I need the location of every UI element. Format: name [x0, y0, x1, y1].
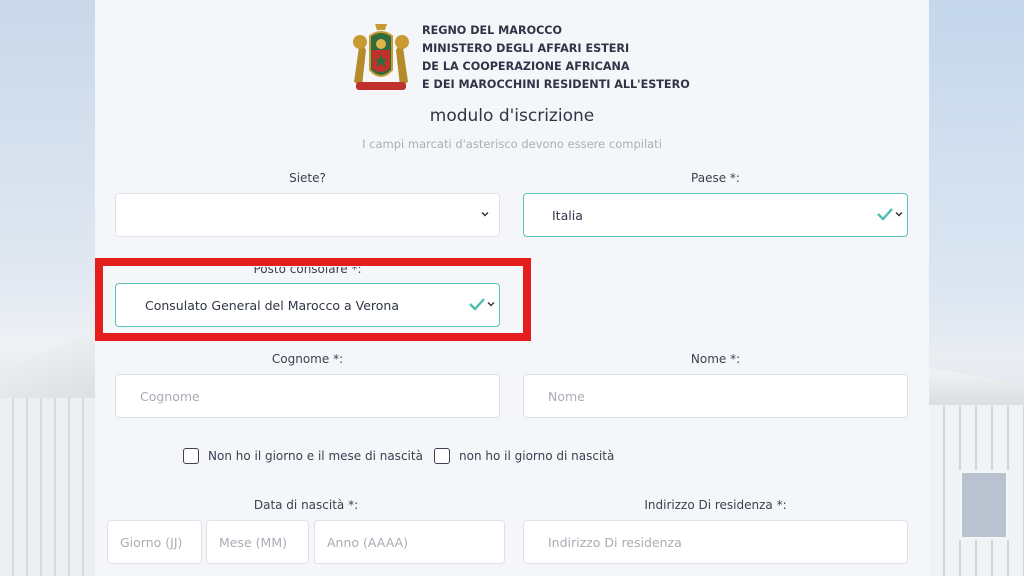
checkbox-label: non ho il giorno di nascità [459, 449, 615, 463]
highlight-box [95, 258, 531, 341]
ministry-line: DE LA COOPERAZIONE AFRICANA [422, 60, 630, 73]
checkbox-no-day[interactable]: non ho il giorno di nascità [434, 448, 614, 464]
mese-placeholder: Mese (MM) [219, 534, 287, 550]
paese-label: Paese *: [691, 171, 740, 185]
ministry-header: REGNO DEL MAROCCO MINISTERO DEGLI AFFARI… [348, 20, 690, 92]
background-building-left [0, 0, 95, 576]
paese-value: Italia [552, 207, 583, 223]
chevron-down-icon [481, 212, 489, 217]
indirizzo-placeholder: Indirizzo Di residenza [548, 534, 682, 550]
ministry-line: REGNO DEL MAROCCO [422, 24, 563, 37]
cognome-placeholder: Cognome [140, 388, 200, 404]
background-window [959, 470, 1009, 540]
nome-label: Nome *: [690, 352, 741, 366]
checkbox-no-day-month[interactable]: Non ho il giorno e il mese di nascità [183, 448, 423, 464]
chevron-down-icon [895, 212, 903, 217]
ministry-name: REGNO DEL MAROCCO MINISTERO DEGLI AFFARI… [422, 22, 690, 94]
anno-placeholder: Anno (AAAA) [327, 534, 409, 550]
paese-select[interactable]: Italia [523, 193, 908, 237]
background-roof [929, 368, 1024, 408]
giorno-placeholder: Giorno (JJ) [120, 534, 183, 550]
anno-input[interactable]: Anno (AAAA) [314, 520, 505, 564]
checkbox-label: Non ho il giorno e il mese di nascità [208, 449, 423, 463]
background-wall [0, 398, 95, 576]
data-nascita-label: Data di nascità *: [253, 498, 359, 512]
indirizzo-label: Indirizzo Di residenza *: [644, 498, 787, 512]
background-roof [0, 330, 95, 400]
indirizzo-input[interactable]: Indirizzo Di residenza [523, 520, 908, 564]
nome-placeholder: Nome [548, 388, 585, 404]
cognome-label: Cognome *: [271, 352, 344, 366]
form-subtitle: I campi marcati d'asterisco devono esser… [362, 137, 662, 151]
ministry-line: E DEI MAROCCHINI RESIDENTI ALL'ESTERO [422, 78, 690, 91]
checkbox-box[interactable] [183, 448, 199, 464]
form-title: modulo d'iscrizione [429, 106, 595, 126]
giorno-input[interactable]: Giorno (JJ) [107, 520, 202, 564]
cognome-input[interactable]: Cognome [115, 374, 500, 418]
siete-label: Siete? [289, 171, 326, 185]
mese-input[interactable]: Mese (MM) [206, 520, 309, 564]
checkbox-box[interactable] [434, 448, 450, 464]
nome-input[interactable]: Nome [523, 374, 908, 418]
coat-of-arms-icon [353, 24, 409, 90]
siete-select[interactable] [115, 193, 500, 237]
background-building-right [929, 0, 1024, 576]
ministry-line: MINISTERO DEGLI AFFARI ESTERI [422, 42, 630, 55]
check-icon [877, 208, 893, 221]
